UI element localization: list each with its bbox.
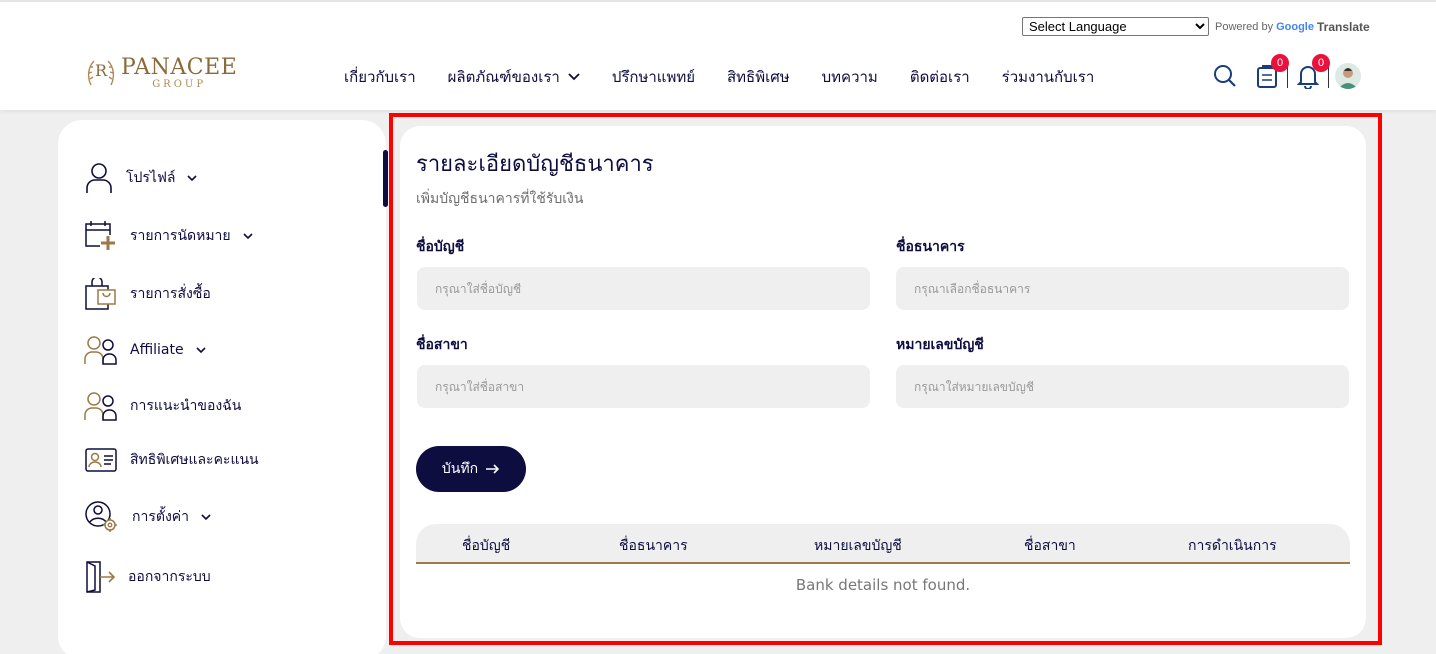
column-header: การดำเนินการ xyxy=(1188,538,1277,554)
referral-icon xyxy=(84,392,117,421)
page-subtitle: เพิ่มบัญชีธนาคารที่ใช้รับเงิน xyxy=(416,191,584,207)
sidebar-item-settings[interactable]: การตั้งค่า xyxy=(84,500,211,534)
nav-products[interactable]: ผลิตภัณฑ์ของเรา xyxy=(448,65,580,89)
sidebar-item-affiliate[interactable]: Affiliate xyxy=(84,335,206,365)
notification-badge: 0 xyxy=(1312,54,1330,72)
shopping-bag-icon xyxy=(85,278,116,310)
account-name-input[interactable] xyxy=(417,267,870,310)
user-icon xyxy=(86,163,112,193)
account-name-label: ชื่อบัญชี xyxy=(416,239,465,255)
logout-icon xyxy=(86,561,116,593)
arrow-right-icon xyxy=(486,464,500,474)
account-number-label: หมายเลขบัญชี xyxy=(896,337,984,353)
user-settings-icon xyxy=(85,501,117,532)
nav-articles[interactable]: บทความ xyxy=(822,65,878,89)
nav-consult-label: ปรึกษาแพทย์ xyxy=(611,68,696,86)
column-header: ชื่อธนาคาร xyxy=(619,538,688,554)
nav-contact[interactable]: ติดต่อเรา xyxy=(910,65,970,89)
sidebar-item-label: การตั้งค่า xyxy=(132,509,190,525)
nav-privileges-label: สิทธิพิเศษ xyxy=(727,68,790,86)
header-actions: 0 0 xyxy=(1211,54,1361,90)
logo-brand: PANACEE xyxy=(121,55,238,80)
sidebar-item-privileges[interactable]: สิทธิพิเศษและคะแนน xyxy=(84,446,259,474)
column-header: หมายเลขบัญชี xyxy=(814,538,902,554)
logo-mark: R xyxy=(95,61,108,80)
google-logo: Google xyxy=(1276,21,1314,33)
sidebar-item-label: การแนะนำของฉัน xyxy=(130,398,242,414)
sidebar-item-logout[interactable]: ออกจากระบบ xyxy=(84,560,211,594)
sidebar-item-profile[interactable]: โปรไฟล์ xyxy=(84,162,198,194)
nav-about-label: เกี่ยวกับเรา xyxy=(344,68,416,86)
cart-badge: 0 xyxy=(1271,54,1289,72)
sidebar-active-indicator xyxy=(383,150,388,207)
sidebar-item-label: รายการนัดหมาย xyxy=(130,228,231,244)
google-logo-text: Google xyxy=(1276,20,1314,33)
sidebar-item-label: รายการสั่งซื้อ xyxy=(130,286,211,302)
nav-contact-label: ติดต่อเรา xyxy=(909,68,970,86)
cart-button[interactable]: 0 xyxy=(1253,54,1289,90)
nav-careers-label: ร่วมงานกับเรา xyxy=(1001,68,1095,86)
nav-products-label: ผลิตภัณฑ์ของเรา xyxy=(447,68,560,86)
avatar[interactable] xyxy=(1335,63,1361,89)
nav-articles-label: บทความ xyxy=(821,68,878,86)
logo-wordmark: PANACEE GROUP xyxy=(121,57,237,91)
save-button-label: บันทึก xyxy=(441,461,479,477)
sidebar-item-label: Affiliate xyxy=(130,342,184,358)
site-header: Select Language Powered by Google Transl… xyxy=(0,2,1436,110)
save-button[interactable]: บันทึก xyxy=(416,446,526,492)
language-select[interactable]: Select Language xyxy=(1022,17,1209,36)
sidebar-item-label: ออกจากระบบ xyxy=(128,569,211,585)
chevron-down-icon xyxy=(196,346,206,353)
account-sidebar: โปรไฟล์ รายการนัดหมาย รายการสั่งซื้อ Aff… xyxy=(58,120,388,654)
account-number-input[interactable] xyxy=(896,365,1349,408)
translate-label[interactable]: Translate xyxy=(1317,20,1370,34)
bank-name-label: ชื่อธนาคาร xyxy=(896,239,965,255)
bank-details-card: รายละเอียดบัญชีธนาคาร เพิ่มบัญชีธนาคารที… xyxy=(400,126,1366,638)
calendar-plus-icon xyxy=(85,221,116,251)
bank-name-select[interactable] xyxy=(896,267,1349,310)
search-icon[interactable] xyxy=(1211,62,1239,90)
sidebar-item-referrals[interactable]: การแนะนำของฉัน xyxy=(84,391,241,421)
page-title: รายละเอียดบัญชีธนาคาร xyxy=(416,152,654,177)
powered-by: Powered by Google Translate xyxy=(1215,20,1370,34)
nav-careers[interactable]: ร่วมงานกับเรา xyxy=(1002,65,1095,89)
google-translate: Select Language Powered by Google Transl… xyxy=(1022,17,1370,36)
nav-consult[interactable]: ปรึกษาแพทย์ xyxy=(612,65,695,89)
powered-by-label: Powered by xyxy=(1215,20,1274,33)
site-logo[interactable]: R PANACEE GROUP xyxy=(85,55,237,93)
column-header: ชื่อบัญชี xyxy=(462,538,511,554)
sidebar-item-label: สิทธิพิเศษและคะแนน xyxy=(130,452,259,468)
chevron-down-icon xyxy=(568,73,580,81)
chevron-down-icon xyxy=(201,513,211,520)
branch-name-label: ชื่อสาขา xyxy=(416,337,468,353)
nav-about[interactable]: เกี่ยวกับเรา xyxy=(344,65,416,89)
table-empty-message: Bank details not found. xyxy=(795,576,971,594)
logo-crest-icon: R xyxy=(85,55,117,93)
users-icon xyxy=(84,336,117,365)
nav-privileges[interactable]: สิทธิพิเศษ xyxy=(727,65,790,89)
branch-name-input[interactable] xyxy=(417,365,870,408)
sidebar-item-label: โปรไฟล์ xyxy=(126,170,176,186)
main-nav: เกี่ยวกับเรา ผลิตภัณฑ์ของเรา ปรึกษาแพทย์… xyxy=(344,65,1094,89)
chevron-down-icon xyxy=(187,174,198,181)
column-header: ชื่อสาขา xyxy=(1024,538,1076,554)
chevron-down-icon xyxy=(243,232,253,239)
notification-button[interactable]: 0 xyxy=(1294,54,1330,90)
id-card-icon xyxy=(85,448,117,472)
logo-group: GROUP xyxy=(152,79,207,90)
bank-table-header: ชื่อบัญชี ชื่อธนาคาร หมายเลขบัญชี ชื่อสา… xyxy=(416,524,1350,564)
sidebar-item-orders[interactable]: รายการสั่งซื้อ xyxy=(84,278,211,310)
sidebar-item-appointments[interactable]: รายการนัดหมาย xyxy=(84,220,253,252)
